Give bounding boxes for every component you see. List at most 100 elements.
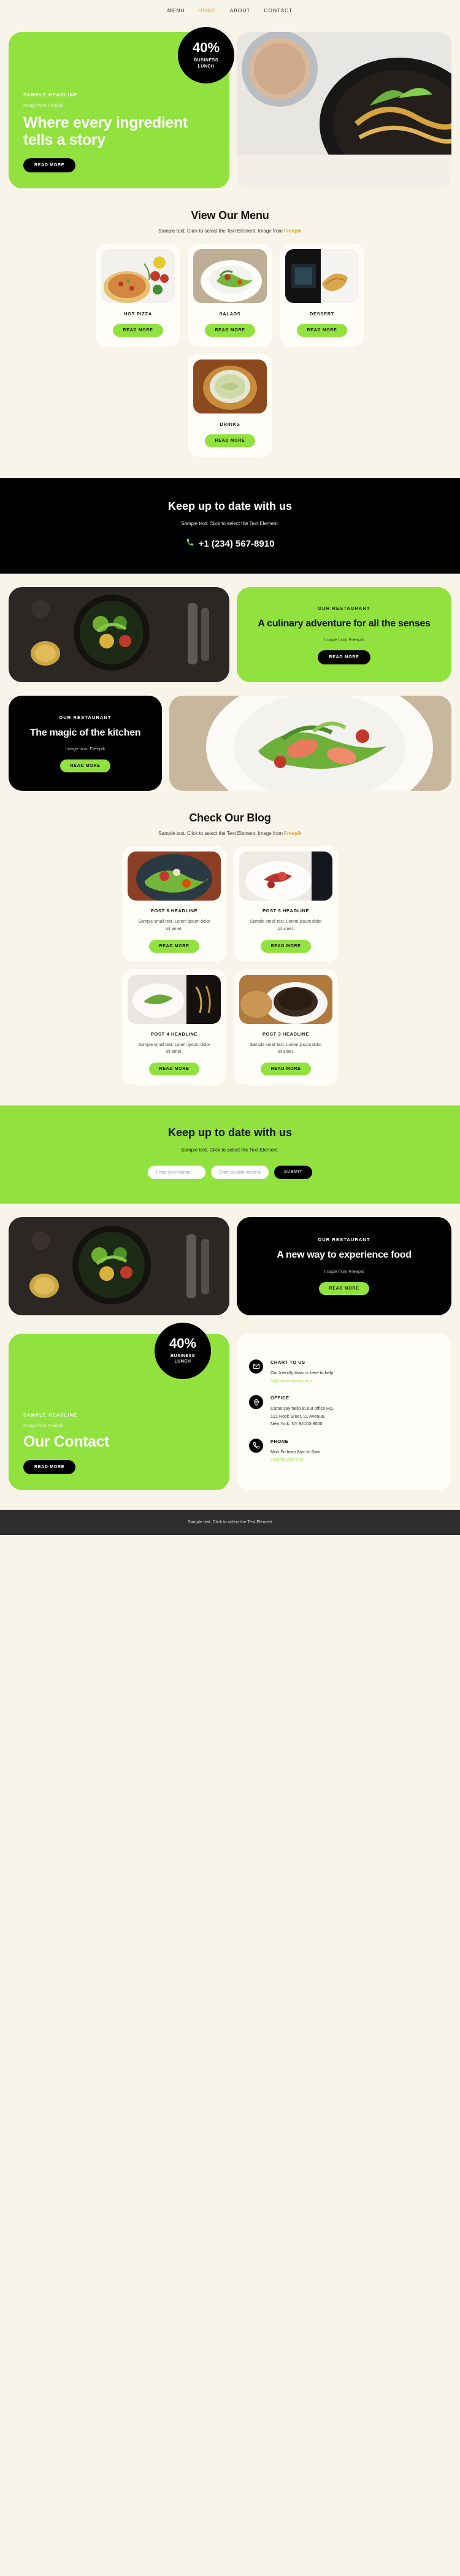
feature-two-image — [169, 696, 451, 791]
menu-section-title: View Our Menu — [191, 209, 269, 221]
blog-card-title: POST 6 HEADLINE — [150, 908, 198, 914]
blog-card[interactable]: POST 5 HEADLINE Sample small text. Lorem… — [234, 846, 338, 962]
blog-card-image — [239, 852, 332, 901]
menu-section-subtitle: Sample text. Click to select the Text El… — [158, 228, 302, 234]
menu-card-title: DRINKS — [220, 421, 240, 427]
hero-eyebrow: SAMPLE HEADLINE — [23, 92, 78, 98]
freepik-link[interactable]: Freepik — [284, 831, 301, 836]
menu-card-title: HOT PIZZA — [124, 311, 152, 317]
blog-card[interactable]: POST 3 HEADLINE Sample small text. Lorem… — [234, 969, 338, 1085]
blog-card-description: Sample small text. Lorem ipsum dolor sit… — [250, 920, 322, 931]
blog-card-grid: POST 6 HEADLINE Sample small text. Lorem… — [0, 836, 460, 1085]
contact-block-chat: CHART TO US Our friendly team is here to… — [249, 1359, 439, 1385]
nav-item-about[interactable]: ABOUT — [230, 7, 251, 13]
menu-card-read-more-button[interactable]: READ MORE — [205, 324, 255, 337]
feature-one-headline: A culinary adventure for all the senses — [258, 618, 431, 629]
menu-card-read-more-button[interactable]: READ MORE — [113, 324, 163, 337]
menu-card-read-more-button[interactable]: READ MORE — [205, 434, 255, 447]
blog-card-read-more-button[interactable]: READ MORE — [149, 1063, 199, 1076]
feature-two-read-more-button[interactable]: READ MORE — [60, 759, 110, 773]
blog-card-read-more-button[interactable]: READ MORE — [261, 939, 311, 953]
nav-item-contact[interactable]: CONTACT — [264, 7, 293, 13]
page-root: MENU HOME ABOUT CONTACT SAMPLE HEADLINE … — [0, 0, 460, 1535]
contact-details-card: CHART TO US Our friendly team is here to… — [237, 1333, 451, 1490]
menu-card[interactable]: SALADS READ MORE — [188, 244, 272, 347]
feature-two-headline: The magic of the kitchen — [29, 727, 141, 738]
contact-email-link[interactable]: hi@ourcompany.com — [270, 1377, 334, 1385]
blog-card-title: POST 3 HEADLINE — [262, 1031, 310, 1037]
map-pin-icon — [249, 1395, 263, 1410]
feature-two-image-credit: Image from Freepik — [65, 746, 105, 752]
contact-phone-link[interactable]: +1(555) 000-000 — [270, 1456, 320, 1464]
menu-section: View Our Menu Sample text. Click to sele… — [0, 188, 460, 457]
footer-text: Sample text. Click to select the Text El… — [188, 1520, 272, 1524]
newsletter-text: Sample text. Click to select the Text El… — [181, 1147, 279, 1153]
newsletter-submit-button[interactable]: SUBMIT — [274, 1165, 313, 1179]
contact-image-credit: Image from Freepik — [23, 1422, 64, 1428]
menu-card[interactable]: HOT PIZZA READ MORE — [96, 244, 180, 347]
contact-block-title: OFFICE — [270, 1395, 289, 1401]
contact-block-line: Mon-Fri from 8am to 5am — [270, 1448, 321, 1455]
feature-one-eyebrow: OUR RESTAURANT — [318, 605, 370, 611]
blog-card-read-more-button[interactable]: READ MORE — [149, 939, 199, 953]
contact-block-office: OFFICE Come say hello at our office HQ. … — [249, 1395, 439, 1428]
feature-three-eyebrow: OUR RESTAURANT — [318, 1237, 370, 1243]
cta-dark-text: Sample text. Click to select the Text El… — [181, 521, 279, 526]
cta-phone-link[interactable]: +1 (234) 567-8910 — [0, 538, 460, 549]
blog-card-description: Sample small text. Lorem ipsum dolor sit… — [138, 920, 210, 931]
menu-card[interactable]: DESSERT READ MORE — [280, 244, 364, 347]
keep-up-to-date-dark-section: Keep up to date with us Sample text. Cli… — [0, 478, 460, 574]
menu-card-read-more-button[interactable]: READ MORE — [297, 324, 347, 337]
menu-card-image — [285, 249, 359, 303]
feature-one-text-panel: OUR RESTAURANT A culinary adventure for … — [237, 587, 451, 683]
hero-read-more-button[interactable]: READ MORE — [23, 158, 76, 172]
newsletter-name-input[interactable] — [147, 1165, 205, 1179]
menu-card-grid: HOT PIZZA READ MORE SALADS READ MORE DES… — [0, 234, 460, 457]
hero-image — [237, 32, 451, 188]
freepik-link[interactable]: Freepik — [284, 228, 301, 234]
feature-two-text-panel: OUR RESTAURANT The magic of the kitchen … — [9, 696, 162, 791]
cta-dark-title: Keep up to date with us — [167, 500, 292, 512]
contact-block-line: New York, NY 92103-9000 — [270, 1421, 323, 1427]
blog-section: Check Our Blog Sample text. Click to sel… — [0, 791, 460, 1085]
envelope-icon — [249, 1359, 263, 1374]
contact-block-title: PHONE — [270, 1438, 289, 1444]
blog-card[interactable]: POST 4 HEADLINE Sample small text. Lorem… — [122, 969, 226, 1085]
blog-card[interactable]: POST 6 HEADLINE Sample small text. Lorem… — [122, 846, 226, 962]
feature-two-eyebrow: OUR RESTAURANT — [59, 714, 112, 720]
discount-percent: 40% — [192, 40, 220, 56]
contact-block-line: Our friendly team is here to help. — [270, 1369, 335, 1375]
hero-headline: Where every ingredient tells a story — [23, 114, 188, 148]
contact-block-phone: PHONE Mon-Fri from 8am to 5am +1(555) 00… — [249, 1438, 439, 1464]
blog-card-title: POST 4 HEADLINE — [150, 1031, 198, 1037]
contact-section: 40% BUSINESS LUNCH SAMPLE HEADLINE Image … — [0, 1315, 460, 1490]
menu-card-image — [193, 249, 267, 303]
contact-eyebrow: SAMPLE HEADLINE — [23, 1412, 78, 1418]
feature-three-image — [9, 1217, 229, 1315]
contact-headline: Our Contact — [23, 1432, 110, 1450]
newsletter-form: SUBMIT — [0, 1165, 460, 1179]
feature-three-read-more-button[interactable]: READ MORE — [319, 1282, 369, 1295]
feature-three-headline: A new way to experience food — [277, 1250, 412, 1261]
feature-one-read-more-button[interactable]: READ MORE — [318, 650, 370, 665]
contact-block-title: CHART TO US — [270, 1359, 305, 1365]
nav-item-home[interactable]: HOME — [199, 7, 217, 13]
menu-card-title: DESSERT — [309, 311, 335, 317]
contact-block-line: Come say hello at our office HQ. — [270, 1405, 334, 1412]
newsletter-email-input[interactable] — [210, 1165, 269, 1179]
blog-card-description: Sample small text. Lorem ipsum dolor sit… — [250, 1042, 322, 1054]
blog-card-image — [128, 974, 221, 1024]
nav-item-menu[interactable]: MENU — [167, 7, 185, 13]
contact-text-panel: 40% BUSINESS LUNCH SAMPLE HEADLINE Image … — [9, 1322, 229, 1490]
blog-card-read-more-button[interactable]: READ MORE — [261, 1063, 311, 1076]
contact-read-more-button[interactable]: READ MORE — [23, 1459, 76, 1474]
discount-label: BUSINESS LUNCH — [171, 1353, 195, 1364]
feature-one-section: OUR RESTAURANT A culinary adventure for … — [0, 574, 460, 683]
blog-card-image — [128, 852, 221, 901]
discount-badge: 40% BUSINESS LUNCH — [178, 27, 234, 83]
hero-image-credit: Image from Freepik — [23, 102, 64, 108]
menu-card[interactable]: DRINKS READ MORE — [188, 354, 272, 457]
menu-card-image — [101, 249, 175, 303]
contact-block-line: 121 Rock Sreet, 21 Avenue, — [270, 1413, 326, 1419]
blog-card-image — [239, 974, 332, 1024]
